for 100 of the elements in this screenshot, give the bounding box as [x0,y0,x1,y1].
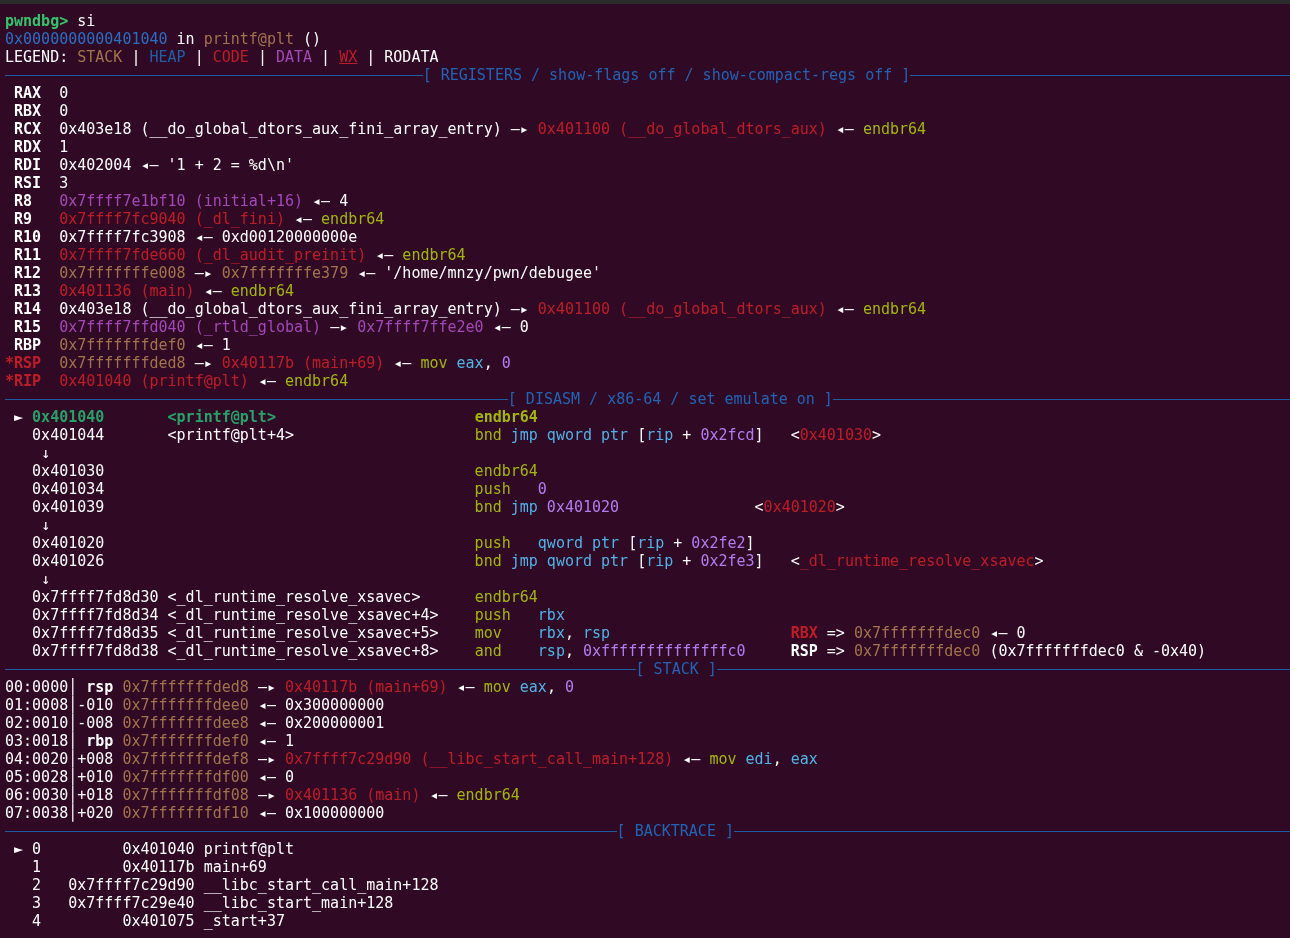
terminal-text: ◂— [194,336,213,354]
highlighted-text: _dl_runtime_resolve_xsavec [799,552,1035,570]
bold-text: RSP [790,642,818,660]
bold-text: RDI [14,156,42,174]
instruction-text: push [474,606,511,624]
terminal-text: 1 [284,732,294,750]
bold-text: rbp [86,732,114,750]
terminal-text: , [564,642,574,660]
highlighted-text: *RIP [5,372,42,390]
terminal-text: ◂— [456,678,475,696]
terminal-text: 0 [32,840,42,858]
terminal-text: 0x7ffff7c29e40 [68,894,195,912]
terminal-text: [ [637,552,647,570]
operand-text: rip [646,552,674,570]
terminal-text: +010 [77,768,114,786]
instruction-text: endbr64 [862,120,927,138]
terminal-text: 1 [221,336,231,354]
terminal-text: <_dl_runtime_resolve_xsavec+8> [167,642,439,660]
operand-text: rbx [537,624,565,642]
terminal-text: <_dl_runtime_resolve_xsavec+4> [167,606,439,624]
terminal-text: ◂— [257,714,276,732]
terminal-text: 0x7ffff7fd8d38 [32,642,159,660]
highlighted-text: 0x7ffff7fc9040 (_dl_fini) [59,210,285,228]
terminal-text: < [790,552,800,570]
terminal-text: + [682,552,692,570]
terminal-text: ◂— [682,750,701,768]
prompt-text: pwndbg> [5,12,69,30]
terminal-text: ◂— [375,246,394,264]
instruction-text: endbr64 [474,408,538,426]
highlighted-text: 0x401100 (__do_global_dtors_aux) [537,120,827,138]
terminal-text: ◂— [203,282,222,300]
terminal-text: _start+37 [203,912,285,930]
operand-text: jmp qword ptr [510,552,629,570]
terminal-text: —▸ [194,354,213,372]
highlighted-text: 0x40117b (main+69) [284,678,448,696]
terminal-text: ◂— [429,786,448,804]
highlighted-text: 0x7fffffffe379 [221,264,349,282]
terminal-text: 0x401030 [32,462,105,480]
terminal-text: < [754,498,764,516]
instruction-text: mov [474,624,502,642]
terminal-text: 0x401034 [32,480,105,498]
operand-text: qword ptr [537,534,620,552]
instruction-text: and [474,642,502,660]
terminal-text: ◂— [257,768,276,786]
instruction-text: endbr64 [474,462,538,480]
bold-text: R13 [14,282,42,300]
terminal-text: │ [68,750,78,768]
terminal-text: 0x7ffff7fd8d30 [32,588,159,606]
instruction-text: mov [420,354,448,372]
terminal-text: 00:0000 [5,678,69,696]
terminal-text: 3 [32,894,42,912]
highlighted-text: 0x401136 (main) [59,282,195,300]
terminal-text: │ [68,732,78,750]
instruction-text: endbr64 [456,786,520,804]
terminal-text: ] [745,534,755,552]
terminal-text: 01:0008 [5,696,69,714]
operand-text: rbx [537,606,565,624]
terminal-text: <_dl_runtime_resolve_xsavec+5> [167,624,439,642]
terminal-text: __libc_start_call_main+128 [203,876,439,894]
operand-text: rsp [583,624,611,642]
terminal-text: 0xd00120000000e [221,228,358,246]
terminal-text: printf@plt [203,840,294,858]
terminal-text: ] [754,552,764,570]
terminal-text: ► [14,408,24,426]
terminal-text: 0x7ffff7fc3908 [59,228,186,246]
number-text: 0 [564,678,574,696]
operand-text: edi [745,750,773,768]
terminal-text: < [790,426,800,444]
instruction-text: bnd [474,552,502,570]
terminal-text: ◂— [492,318,511,336]
terminal-text: 0 [1016,624,1026,642]
terminal-text: , [564,624,574,642]
highlighted-text: 0x7fffffffdf08 [122,786,249,804]
terminal-text: ↓ [41,444,51,462]
terminal-text: 0x403e18 (__do_global_dtors_aux_fini_array_entry) [59,300,502,318]
bold-text: RBX [14,102,42,120]
current-address-text: 0x401040 [32,408,105,426]
highlighted-text: 0x7fffffffdf00 [122,768,249,786]
terminal-text: __libc_start_main+128 [203,894,394,912]
terminal-text: 0x401075 [122,912,195,930]
instruction-text: endbr64 [862,300,927,318]
terminal-text: ◂— [140,156,159,174]
highlighted-text: WX [339,48,358,66]
terminal-text: 0x100000000 [284,804,385,822]
terminal-text: 0x7ffff7fd8d34 [32,606,159,624]
instruction-text: push [474,480,511,498]
terminal-text: , [772,750,782,768]
highlighted-text: 0x7ffff7c29d90 (__libc_start_call_main+128) [284,750,674,768]
bold-text: RAX [14,84,42,102]
terminal-text: 0x401040 [122,840,195,858]
terminal-text: 0x401020 [32,534,105,552]
bold-text: R15 [14,318,42,336]
terminal-text: 02:0010 [5,714,69,732]
highlighted-text: 0x401100 (__do_global_dtors_aux) [537,300,827,318]
terminal-text: │ [68,678,78,696]
highlighted-text: 0x40117b (main+69) [221,354,385,372]
terminal-text: 03:0018 [5,732,69,750]
bold-text: RDX [14,138,42,156]
terminal-text: 0x40117b [122,858,195,876]
operand-text: eax [790,750,818,768]
